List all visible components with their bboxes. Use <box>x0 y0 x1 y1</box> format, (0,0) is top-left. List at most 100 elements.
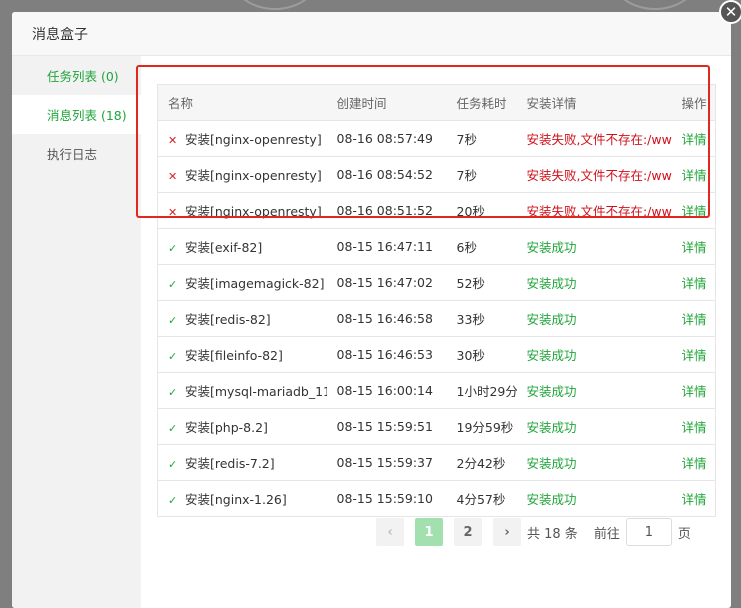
cell-install-detail: 安装成功 <box>516 264 672 301</box>
task-name: 安装[fileinfo-82] <box>185 348 283 363</box>
cell-name: ✓ 安装[redis-7.2] <box>157 444 327 481</box>
detail-link[interactable]: 详情 <box>682 240 707 255</box>
detail-link[interactable]: 详情 <box>682 348 707 363</box>
page-button-2[interactable]: 2 <box>454 518 482 546</box>
next-page-button[interactable]: › <box>493 518 521 546</box>
detail-link[interactable]: 详情 <box>682 276 707 291</box>
table-row: ✓ 安装[exif-82] 08-15 16:47:11 6秒 安装成功 详情 <box>157 228 716 265</box>
page-button-1[interactable]: 1 <box>415 518 443 546</box>
cell-install-detail: 安装失败,文件不存在:/ww <box>516 120 672 157</box>
cell-action: 详情 <box>671 372 716 409</box>
table-row: ✓ 安装[fileinfo-82] 08-15 16:46:53 30秒 安装成功… <box>157 336 716 373</box>
task-name: 安装[mysql-mariadb_11.3 <box>185 384 327 399</box>
cell-action: 详情 <box>671 156 716 193</box>
cell-created-time: 08-15 15:59:37 <box>326 444 447 481</box>
success-icon: ✓ <box>168 314 178 327</box>
cell-created-time: 08-16 08:51:52 <box>326 192 447 229</box>
cell-action: 详情 <box>671 120 716 157</box>
task-name: 安装[nginx-openresty] <box>185 132 322 147</box>
cell-install-detail: 安装成功 <box>516 336 672 373</box>
success-icon: ✓ <box>168 386 178 399</box>
cell-duration: 20秒 <box>446 192 517 229</box>
cell-duration: 19分59秒 <box>446 408 517 445</box>
cell-name: ✓ 安装[nginx-1.26] <box>157 480 327 517</box>
cell-duration: 52秒 <box>446 264 517 301</box>
cell-install-detail: 安装成功 <box>516 444 672 481</box>
detail-link[interactable]: 详情 <box>682 312 707 327</box>
sidebar-item-task-list[interactable]: 任务列表 (0) <box>12 56 141 95</box>
fail-icon: ✕ <box>168 134 178 147</box>
detail-link[interactable]: 详情 <box>682 204 707 219</box>
task-name: 安装[nginx-openresty] <box>185 204 322 219</box>
table-row: ✓ 安装[redis-7.2] 08-15 15:59:37 2分42秒 安装成功… <box>157 444 716 481</box>
detail-link[interactable]: 详情 <box>682 492 707 507</box>
detail-link[interactable]: 详情 <box>682 384 707 399</box>
fail-icon: ✕ <box>168 170 178 183</box>
cell-created-time: 08-16 08:57:49 <box>326 120 447 157</box>
cell-duration: 4分57秒 <box>446 480 517 517</box>
dialog-title: 消息盒子 <box>32 26 88 43</box>
column-header-name: 名称 <box>157 84 327 121</box>
cell-duration: 33秒 <box>446 300 517 337</box>
close-icon[interactable]: ✕ <box>719 0 741 24</box>
prev-page-button[interactable]: ‹ <box>376 518 404 546</box>
message-table-container: 名称 创建时间 任务耗时 安装详情 操作 ✕ 安装[nginx-openresty… <box>157 84 716 517</box>
cell-name: ✕ 安装[nginx-openresty] <box>157 192 327 229</box>
background-decoration <box>230 0 320 10</box>
cell-action: 详情 <box>671 228 716 265</box>
table-row: ✓ 安装[imagemagick-82] 08-15 16:47:02 52秒 安… <box>157 264 716 301</box>
cell-install-detail: 安装成功 <box>516 372 672 409</box>
sidebar-item-label: 任务列表 (0) <box>47 69 119 84</box>
cell-action: 详情 <box>671 192 716 229</box>
cell-created-time: 08-15 16:46:53 <box>326 336 447 373</box>
cell-install-detail: 安装成功 <box>516 300 672 337</box>
cell-install-detail: 安装成功 <box>516 228 672 265</box>
sidebar: 任务列表 (0) 消息列表 (18) 执行日志 <box>12 56 141 608</box>
success-icon: ✓ <box>168 422 178 435</box>
table-row: ✓ 安装[redis-82] 08-15 16:46:58 33秒 安装成功 详情 <box>157 300 716 337</box>
fail-icon: ✕ <box>168 206 178 219</box>
cell-action: 详情 <box>671 444 716 481</box>
task-name: 安装[redis-7.2] <box>185 456 275 471</box>
cell-name: ✓ 安装[fileinfo-82] <box>157 336 327 373</box>
cell-created-time: 08-15 16:47:11 <box>326 228 447 265</box>
cell-duration: 6秒 <box>446 228 517 265</box>
cell-action: 详情 <box>671 300 716 337</box>
cell-name: ✕ 安装[nginx-openresty] <box>157 120 327 157</box>
cell-name: ✓ 安装[redis-82] <box>157 300 327 337</box>
message-table: 名称 创建时间 任务耗时 安装详情 操作 ✕ 安装[nginx-openresty… <box>157 84 716 517</box>
cell-created-time: 08-15 16:00:14 <box>326 372 447 409</box>
detail-link[interactable]: 详情 <box>682 132 707 147</box>
cell-name: ✓ 安装[mysql-mariadb_11.3 <box>157 372 327 409</box>
table-row: ✓ 安装[nginx-1.26] 08-15 15:59:10 4分57秒 安装成… <box>157 480 716 517</box>
cell-duration: 2分42秒 <box>446 444 517 481</box>
goto-page-input[interactable] <box>625 518 672 546</box>
column-header-created-time: 创建时间 <box>326 84 447 121</box>
task-name: 安装[nginx-openresty] <box>185 168 322 183</box>
cell-created-time: 08-15 16:47:02 <box>326 264 447 301</box>
table-row: ✓ 安装[mysql-mariadb_11.3 08-15 16:00:14 1小… <box>157 372 716 409</box>
cell-name: ✕ 安装[nginx-openresty] <box>157 156 327 193</box>
cell-action: 详情 <box>671 408 716 445</box>
cell-action: 详情 <box>671 264 716 301</box>
table-header-row: 名称 创建时间 任务耗时 安装详情 操作 <box>157 84 716 121</box>
pagination: ‹ 1 2 › 共 18 条 前往 页 <box>376 518 691 546</box>
sidebar-item-label: 执行日志 <box>47 147 98 162</box>
cell-name: ✓ 安装[exif-82] <box>157 228 327 265</box>
sidebar-item-execution-log[interactable]: 执行日志 <box>12 134 141 173</box>
goto-label-prefix: 前往 <box>593 526 620 542</box>
task-name: 安装[php-8.2] <box>185 420 268 435</box>
task-name: 安装[exif-82] <box>185 240 263 255</box>
goto-label-suffix: 页 <box>677 526 691 542</box>
success-icon: ✓ <box>168 278 178 291</box>
cell-duration: 7秒 <box>446 156 517 193</box>
detail-link[interactable]: 详情 <box>682 420 707 435</box>
column-header-duration: 任务耗时 <box>446 84 517 121</box>
table-row: ✓ 安装[php-8.2] 08-15 15:59:51 19分59秒 安装成功 … <box>157 408 716 445</box>
detail-link[interactable]: 详情 <box>682 168 707 183</box>
task-name: 安装[nginx-1.26] <box>185 492 287 507</box>
detail-link[interactable]: 详情 <box>682 456 707 471</box>
task-name: 安装[imagemagick-82] <box>185 276 325 291</box>
total-count: 共 18 条 <box>527 526 578 542</box>
sidebar-item-message-list[interactable]: 消息列表 (18) <box>12 95 141 134</box>
